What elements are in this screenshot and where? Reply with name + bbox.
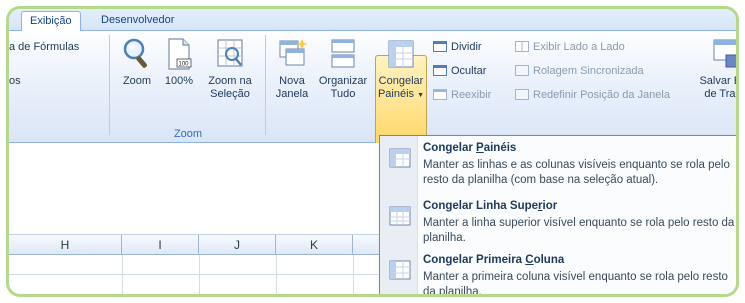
page-100-icon: 100 [168,38,192,70]
tab-exibicao[interactable]: Exibição [21,11,81,32]
menu-item-title: Congelar Painéis [423,142,516,154]
title-accelerator: P [476,142,484,154]
zoom-group-label: Zoom [173,128,203,140]
reset-position-label: Redefinir Posição da Janela [533,89,670,101]
save-workspace-label-1: Salvar Es [699,75,736,87]
new-window-label-2: Janela [275,88,309,100]
menu-item-freeze-first-column[interactable]: Congelar Primeira Coluna Manter a primei… [380,252,736,297]
svg-text:100: 100 [179,62,190,68]
title-part: Congelar Linha Supe [423,200,539,212]
new-window-label-1: Nova [279,75,305,87]
dropdown-arrow-icon: ▼ [417,92,425,99]
freeze-panes-label-2: Painéis ▼ [376,88,426,102]
freeze-top-row-icon [389,206,411,226]
unhide-button[interactable]: Reexibir [433,89,491,101]
sync-scroll-label: Rolagem Sincronizada [533,65,644,77]
column-header-j[interactable]: J [199,235,276,255]
sync-scroll-icon [515,65,529,76]
new-window-button[interactable]: Nova Janela [273,37,311,101]
ribbon-tab-strip: Exibição Desenvolvedor [9,9,736,32]
menu-item-title: Congelar Primeira Coluna [423,254,564,266]
grid-line [122,255,123,294]
menu-item-description: Manter a linha superior visível enquanto… [423,217,735,244]
grid-line [199,255,200,294]
zoom-button[interactable]: Zoom [117,37,157,88]
save-workspace-label-2: de Trab [704,88,739,100]
hide-button[interactable]: Ocultar [433,65,486,77]
reset-position-icon [515,89,529,100]
zoom-selection-label-2: Seleção [210,88,250,100]
hide-icon [433,65,447,76]
freeze-first-column-icon [389,260,411,280]
zoom-100-button[interactable]: 100 100% [161,37,197,88]
unhide-label: Reexibir [451,89,492,101]
window-frame: Exibição Desenvolvedor a de Fórmulas os … [6,6,739,297]
menu-item-description: Manter a primeira coluna visível enquant… [423,271,728,297]
split-button[interactable]: Dividir [433,41,482,53]
freeze-panes-button[interactable]: Congelar Painéis ▼ [376,37,426,102]
split-icon [433,41,447,52]
group-separator [109,35,110,135]
grid-line [276,255,277,294]
arrange-all-label-2: Tudo [330,88,356,100]
side-by-side-icon [515,41,529,52]
save-workspace-icon [713,39,736,68]
magnifier-icon [123,38,147,68]
freeze-panes-icon [389,148,411,168]
formula-bar-checkbox-label[interactable]: a de Fórmulas [9,41,79,53]
zoom-100-label: 100% [164,75,194,87]
menu-item-title: Congelar Linha Superior [423,200,557,212]
title-part: oluna [533,254,565,266]
freeze-panes-icon [388,40,414,68]
freeze-panes-label-2-text: Painéis [377,88,415,100]
headers-checkbox-label[interactable]: os [9,75,21,87]
hide-label: Ocultar [451,65,487,77]
zoom-selection-label-1: Zoom na [208,75,252,87]
title-part: ior [542,200,558,212]
menu-item-freeze-panes[interactable]: Congelar Painéis Manter as linhas e as c… [380,140,736,194]
zoom-label: Zoom [122,75,152,87]
title-accelerator: C [525,254,534,266]
title-part: ainéis [483,142,517,154]
column-header-k[interactable]: K [276,235,353,255]
view-side-by-side-button[interactable]: Exibir Lado a Lado [515,41,625,53]
freeze-panes-label-1: Congelar [378,75,424,87]
arrange-all-label-1: Organizar [318,75,368,87]
tab-desenvolvedor[interactable]: Desenvolvedor [93,11,182,31]
freeze-panes-menu: Congelar Painéis Manter as linhas e as c… [379,135,736,297]
save-workspace-button[interactable]: Salvar Es de Trab [693,37,739,101]
column-header-i[interactable]: I [122,235,199,255]
zoom-selection-button[interactable]: Zoom na Seleção [201,37,259,101]
reset-window-position-button[interactable]: Redefinir Posição da Janela [515,89,670,101]
zoom-selection-icon [217,39,243,67]
arrange-all-button[interactable]: Organizar Tudo [315,37,371,101]
split-label: Dividir [451,41,482,53]
grid-line [353,255,354,294]
side-by-side-label: Exibir Lado a Lado [533,41,625,53]
new-window-icon [279,39,307,66]
unhide-icon [433,89,447,100]
column-header-h[interactable]: H [9,235,122,255]
synchronous-scrolling-button[interactable]: Rolagem Sincronizada [515,65,644,77]
arrange-all-icon [331,39,355,68]
menu-item-freeze-top-row[interactable]: Congelar Linha Superior Manter a linha s… [380,198,736,248]
title-part: Congelar [423,142,477,154]
menu-item-description: Manter as linhas e as colunas visíveis e… [423,159,730,186]
group-separator [265,35,266,135]
title-part: Congelar Primeira [423,254,526,266]
ribbon: a de Fórmulas os Zoom 100 100% Zoom na S… [9,31,739,159]
